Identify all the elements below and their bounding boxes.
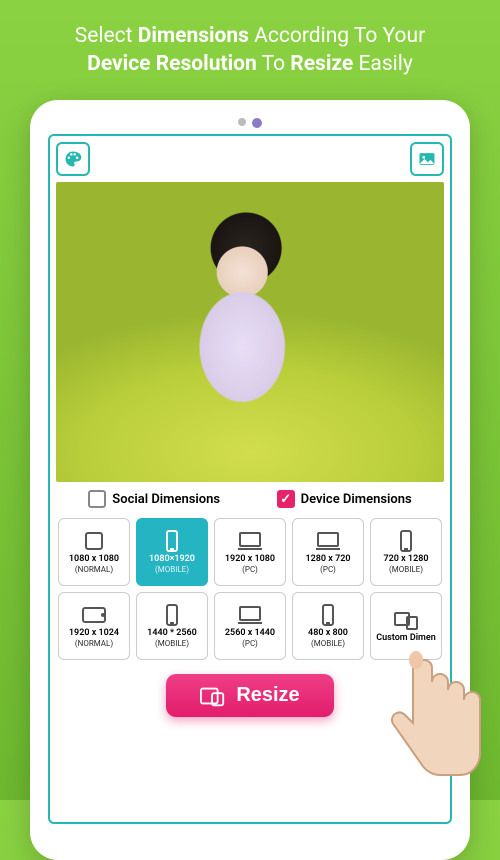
resize-icon <box>200 685 226 707</box>
dimension-tag: (NORMAL) <box>75 639 113 648</box>
app-screen: Social Dimensions ✓ Device Dimensions 10… <box>48 134 452 824</box>
dimension-tile[interactable]: 1920 x 1024(NORMAL) <box>58 592 130 660</box>
device-frame: Social Dimensions ✓ Device Dimensions 10… <box>30 100 470 860</box>
checkbox-unchecked-icon <box>88 490 106 508</box>
dimension-value: 2560 x 1440 <box>225 629 275 639</box>
dimension-panel: Social Dimensions ✓ Device Dimensions 10… <box>50 482 450 822</box>
resize-button[interactable]: Resize <box>166 674 333 717</box>
dimension-tag: (MOBILE) <box>155 565 189 574</box>
palette-button[interactable] <box>56 142 90 176</box>
dimension-tile[interactable]: 480 x 800(MOBILE) <box>292 592 364 660</box>
dimension-tile[interactable]: 1080×1920(MOBILE) <box>136 518 208 586</box>
dimension-value: 1280 x 720 <box>305 555 350 565</box>
dimension-value: 1080×1920 <box>149 555 195 565</box>
dimension-value: Custom Dimen <box>376 634 435 644</box>
dimension-value: 1920 x 1080 <box>225 555 275 565</box>
dimension-value: 720 x 1280 <box>383 555 428 565</box>
social-dimensions-checkbox[interactable]: Social Dimensions <box>88 490 220 508</box>
dimension-tile[interactable]: 1280 x 720(PC) <box>292 518 364 586</box>
dimension-tag: (MOBILE) <box>389 565 423 574</box>
image-icon <box>417 149 437 169</box>
dimension-value: 1920 x 1024 <box>69 629 119 639</box>
dimension-tag: (PC) <box>320 565 336 574</box>
dimension-grid: 1080 x 1080(NORMAL)1080×1920(MOBILE)1920… <box>56 518 444 660</box>
dimension-tag: (NORMAL) <box>75 565 113 574</box>
dimension-tile[interactable]: 1080 x 1080(NORMAL) <box>58 518 130 586</box>
dimension-value: 1080 x 1080 <box>69 555 119 565</box>
dimension-tag: (PC) <box>242 565 258 574</box>
dimension-tile[interactable]: 1440 * 2560(MOBILE) <box>136 592 208 660</box>
preview-image <box>56 182 444 482</box>
top-bar <box>50 136 450 182</box>
palette-icon <box>63 149 83 169</box>
dimension-tile[interactable]: 2560 x 1440(PC) <box>214 592 286 660</box>
dimension-tile[interactable]: 720 x 1280(MOBILE) <box>370 518 442 586</box>
dimension-tile[interactable]: Custom Dimen <box>370 592 442 660</box>
social-dimensions-label: Social Dimensions <box>112 492 220 507</box>
checkbox-checked-icon: ✓ <box>277 490 295 508</box>
device-dimensions-label: Device Dimensions <box>301 492 412 507</box>
dimension-tag: (MOBILE) <box>311 639 345 648</box>
dimension-value: 1440 * 2560 <box>147 629 197 639</box>
dimension-tag: (MOBILE) <box>155 639 189 648</box>
resize-button-label: Resize <box>236 684 299 707</box>
promo-headline: Select Dimensions According To Your Devi… <box>0 0 500 93</box>
device-dimensions-checkbox[interactable]: ✓ Device Dimensions <box>277 490 412 508</box>
dimension-value: 480 x 800 <box>308 629 348 639</box>
gallery-button[interactable] <box>410 142 444 176</box>
dimension-tile[interactable]: 1920 x 1080(PC) <box>214 518 286 586</box>
dimension-tag: (PC) <box>242 639 258 648</box>
device-sensors <box>48 118 452 128</box>
